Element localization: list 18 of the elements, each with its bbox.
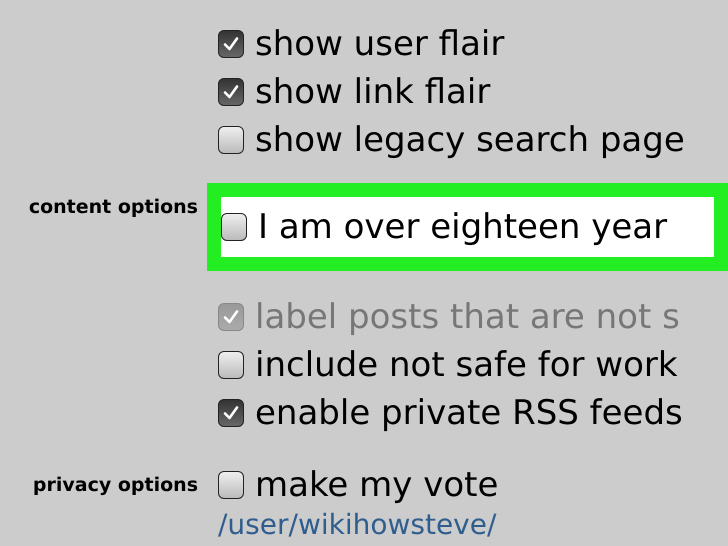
checkbox[interactable] — [218, 30, 244, 58]
option-label: enable private RSS feeds — [255, 393, 683, 433]
option-label: show legacy search page — [255, 120, 685, 160]
option-label: show user flair — [255, 24, 504, 64]
section-label: content options — [28, 195, 198, 220]
checkbox[interactable] — [218, 399, 244, 427]
checkbox[interactable] — [218, 351, 244, 379]
option-label: include not safe for work — [255, 345, 678, 385]
option-label: label posts that are not s — [255, 297, 680, 337]
checkbox[interactable] — [221, 213, 247, 241]
option-label: make my vote — [255, 465, 498, 505]
section-label: privacy options — [32, 473, 198, 498]
checkbox[interactable] — [218, 78, 244, 106]
option-label: I am over eighteen year — [258, 207, 668, 247]
checkbox[interactable] — [218, 126, 244, 154]
option-label: show link flair — [255, 72, 490, 112]
profile-link[interactable]: /user/wikihowsteve/ — [218, 509, 496, 541]
checkbox[interactable] — [218, 471, 244, 499]
